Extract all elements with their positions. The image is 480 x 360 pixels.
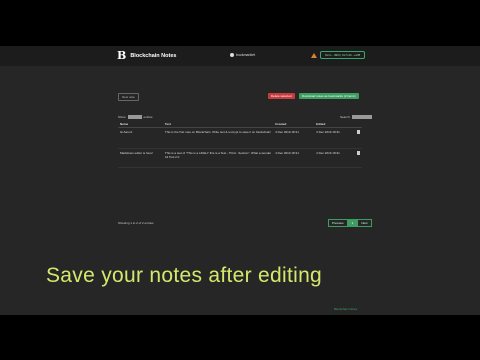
download-notes-button[interactable]: Download notes as bookmarks (2 items) — [299, 93, 359, 99]
note-created: 4 Dec 2019 18:31 — [273, 148, 315, 168]
showing-info: Showing 1 to 2 of 2 entries — [118, 221, 154, 225]
next-page-button[interactable]: Next — [357, 219, 372, 227]
search-input[interactable] — [352, 115, 373, 119]
pagination: Previous 1 Next — [328, 219, 372, 227]
delete-note-cell — [355, 127, 362, 149]
notes-table: Name Text Created Edited Hi Aaron! This … — [118, 121, 362, 168]
account-button[interactable]: 0x1c...d9f3 | 0x7c1b...e2f8 — [320, 51, 366, 59]
entries-select[interactable] — [127, 115, 142, 119]
note-name[interactable]: Hi Aaron! — [118, 127, 163, 149]
trash-icon[interactable] — [357, 151, 360, 155]
brand[interactable]: B Blockchain Notes — [117, 50, 176, 61]
show-entries: Show entries — [118, 115, 153, 119]
note-text: This is the first note on Blockchain. Wr… — [162, 127, 274, 149]
note-text: This is a test of "This is a LIKELY this… — [162, 148, 274, 168]
video-caption: Save your notes after editing — [46, 264, 323, 287]
logo-icon: B — [117, 49, 127, 62]
table-row[interactable]: Markdown editor is here! This is a test … — [118, 148, 362, 168]
note-edited: 4 Dec 2019 18:31 — [314, 127, 355, 149]
user-area: 0x1c...d9f3 | 0x7c1b...e2f8 — [311, 51, 366, 59]
note-name[interactable]: Markdown editor is here! — [118, 148, 163, 168]
previous-page-button[interactable]: Previous — [328, 219, 348, 227]
app-name: Blockchain Notes — [130, 52, 177, 59]
note-created: 4 Dec 2019 18:31 — [273, 127, 315, 149]
search-label: Search: — [340, 115, 351, 119]
bookmarklet-label: bookmarklet — [236, 53, 256, 57]
show-prefix: Show — [118, 115, 126, 119]
top-navbar: B Blockchain Notes bookmarklet 0x1c...d9… — [0, 46, 480, 66]
app-window: B Blockchain Notes bookmarklet 0x1c...d9… — [0, 46, 480, 315]
current-page-button[interactable]: 1 — [347, 219, 358, 227]
show-suffix: entries — [143, 115, 153, 119]
delete-note-cell — [355, 148, 362, 168]
footer-link[interactable]: Blockchain Notes — [334, 307, 357, 311]
table-row[interactable]: Hi Aaron! This is the first note on Bloc… — [118, 127, 362, 149]
delete-selected-button[interactable]: Delete selected — [268, 93, 295, 99]
bookmark-icon — [230, 53, 234, 57]
table-search: Search: — [340, 115, 373, 119]
metamask-icon — [311, 52, 317, 58]
new-note-button[interactable]: New note — [118, 93, 139, 101]
trash-icon[interactable] — [357, 130, 360, 134]
note-edited: 4 Dec 2019 18:31 — [314, 148, 355, 168]
bookmarklet-link[interactable]: bookmarklet — [230, 53, 255, 57]
